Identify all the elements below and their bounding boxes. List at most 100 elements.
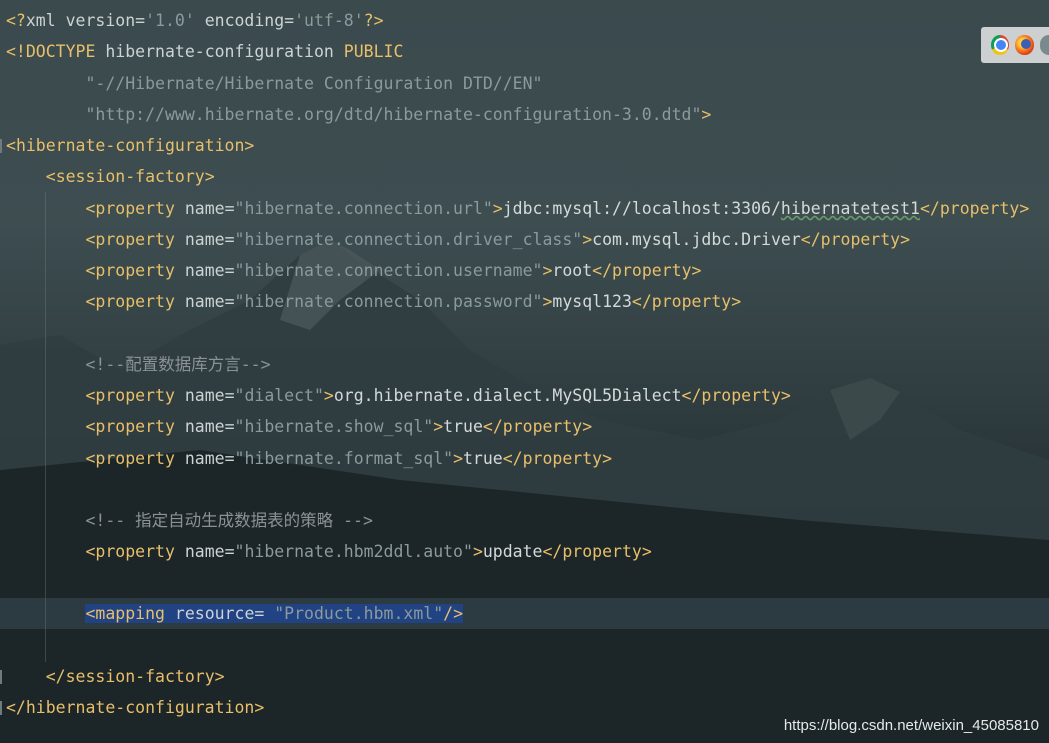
code-token: jdbc:mysql://localhost:3306/ (502, 199, 781, 218)
code-token: property (820, 230, 901, 249)
code-token: > (582, 230, 593, 249)
code-token: name= (174, 417, 235, 436)
code-token: "-//Hibernate/Hibernate Configuration DT… (85, 74, 543, 93)
code-token: root (552, 261, 593, 280)
code-token: name= (174, 386, 235, 405)
code-token: mysql123 (552, 292, 632, 311)
code-token: > (433, 417, 444, 436)
code-line[interactable]: <hibernate-configuration> (0, 130, 254, 161)
code-token: hibernate-configuration (95, 42, 344, 61)
code-token: encoding= (194, 11, 295, 30)
code-line[interactable]: </session-factory> (0, 661, 225, 692)
code-line[interactable]: "-//Hibernate/Hibernate Configuration DT… (0, 68, 542, 99)
code-token: "hibernate.hbm2ddl.auto" (234, 542, 473, 561)
code-line[interactable]: "http://www.hibernate.org/dtd/hibernate-… (0, 99, 711, 130)
fold-marker[interactable] (0, 139, 2, 153)
code-token: < (85, 386, 96, 405)
code-line[interactable]: <!DOCTYPE hibernate-configuration PUBLIC (0, 36, 403, 67)
code-line[interactable]: <property name="hibernate.connection.url… (0, 193, 1029, 224)
code-line[interactable]: <property name="hibernate.connection.pas… (0, 286, 741, 317)
code-token: < (85, 199, 96, 218)
code-line[interactable]: <mapping resource= "Product.hbm.xml"/> (0, 598, 1049, 629)
code-token: hibernatetest1 (780, 199, 920, 218)
code-token: > (602, 449, 613, 468)
code-token: ?> (363, 11, 384, 30)
code-line-content: <property name="hibernate.connection.pas… (6, 292, 741, 311)
code-token: < (85, 261, 96, 280)
code-token: xml version= (25, 11, 146, 30)
fold-marker[interactable] (0, 670, 2, 684)
code-token: </ (631, 292, 652, 311)
code-token: > (254, 698, 265, 717)
code-line[interactable]: </hibernate-configuration> (0, 692, 264, 723)
code-token: "hibernate.connection.driver_class" (234, 230, 583, 249)
code-editor[interactable]: <?xml version='1.0' encoding='utf-8'?> <!… (0, 0, 1049, 743)
code-line-content: <property name="hibernate.format_sql">tr… (6, 449, 612, 468)
code-line-content: <mapping resource= "Product.hbm.xml"/> (6, 604, 464, 623)
code-token: property (95, 261, 175, 280)
code-token: name= (174, 292, 235, 311)
code-line[interactable]: <property name="hibernate.connection.dri… (0, 224, 910, 255)
code-line[interactable]: <!--配置数据库方言--> (0, 349, 270, 380)
code-line[interactable]: <property name="hibernate.hbm2ddl.auto">… (0, 536, 651, 567)
code-token: "Product.hbm.xml" (274, 604, 444, 623)
code-token: "hibernate.connection.url" (234, 199, 493, 218)
code-token: < (85, 542, 96, 561)
code-token: < (85, 230, 96, 249)
code-token: > (244, 136, 255, 155)
code-token: PUBLIC (343, 42, 404, 61)
code-token: > (900, 230, 911, 249)
code-token: property (701, 386, 781, 405)
code-token: <? (6, 11, 26, 30)
code-line-content: <hibernate-configuration> (6, 136, 254, 155)
code-line[interactable]: <session-factory> (0, 161, 215, 192)
code-token: property (502, 417, 583, 436)
code-token: </ (919, 199, 940, 218)
code-token: < (85, 449, 96, 468)
fold-marker[interactable] (0, 701, 2, 715)
code-token: > (582, 417, 593, 436)
code-line[interactable]: <property name="hibernate.format_sql">tr… (0, 443, 612, 474)
code-token: </ (592, 261, 613, 280)
code-token: "hibernate.show_sql" (234, 417, 434, 436)
code-line-content: <property name="hibernate.connection.use… (6, 261, 701, 280)
code-token: true (463, 449, 503, 468)
code-token: property (95, 199, 175, 218)
code-line[interactable]: <!-- 指定自动生成数据表的策略 --> (0, 505, 372, 536)
code-line[interactable]: <property name="hibernate.show_sql">true… (0, 411, 592, 442)
code-line[interactable]: <?xml version='1.0' encoding='utf-8'?> (0, 5, 384, 36)
code-token: '1.0' (145, 11, 195, 30)
code-line-content: <property name="hibernate.connection.url… (6, 199, 1029, 218)
code-line-content: <!DOCTYPE hibernate-configuration PUBLIC (6, 42, 403, 61)
code-token: > (204, 167, 215, 186)
code-token: resource= (164, 604, 275, 623)
code-line-content: <session-factory> (6, 167, 215, 186)
code-token: </ (6, 698, 26, 717)
code-token: > (492, 199, 503, 218)
firefox-icon[interactable] (1015, 35, 1034, 55)
code-token: property (95, 292, 175, 311)
code-token: </ (681, 386, 702, 405)
code-token: "hibernate.connection.password" (234, 292, 543, 311)
browser-preview-tray (981, 27, 1049, 63)
code-token: 'utf-8' (294, 11, 364, 30)
code-token: > (542, 292, 553, 311)
code-token: name= (174, 261, 235, 280)
chrome-icon[interactable] (991, 35, 1010, 55)
code-line[interactable]: <property name="dialect">org.hibernate.d… (0, 380, 790, 411)
code-line-content: </session-factory> (6, 667, 225, 686)
code-line-content: "-//Hibernate/Hibernate Configuration DT… (6, 74, 542, 93)
code-token: com.mysql.jdbc.Driver (592, 230, 801, 249)
code-token: /> (443, 604, 464, 623)
edge-icon[interactable] (1039, 35, 1049, 55)
code-token: session-factory (65, 667, 215, 686)
code-token: "dialect" (234, 386, 324, 405)
code-line[interactable]: <property name="hibernate.connection.use… (0, 255, 701, 286)
code-token: update (482, 542, 543, 561)
code-token: property (651, 292, 732, 311)
code-token: property (939, 199, 1020, 218)
